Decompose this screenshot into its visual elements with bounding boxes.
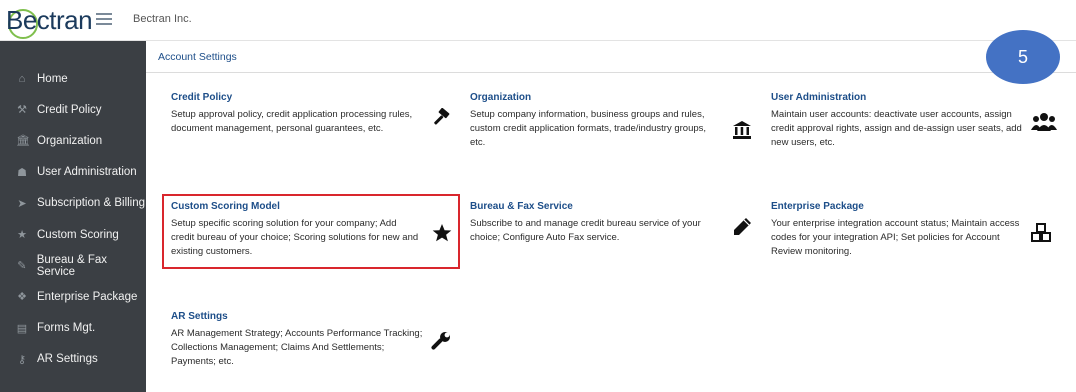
sidebar-item-label: Bureau & Fax Service [36,253,108,278]
card-description: Setup company information, business grou… [470,109,707,148]
pencil-icon: ✎ [17,260,27,273]
card-description: AR Management Strategy; Accounts Perform… [171,328,423,367]
bank-icon: 🏛 [16,135,30,148]
star-icon: ★ [17,229,27,242]
logo-text: Bectran [6,5,93,35]
card-title[interactable]: Bureau & Fax Service [470,201,755,212]
sidebar-nav: ⌂ Home ⚒ Credit Policy 🏛 Organization ☗ User Ad… [0,63,146,375]
sidebar-item-label: Credit Policy [37,103,102,116]
sidebar-item-custom-scoring[interactable]: ★ Custom Scoring [0,219,146,250]
card-custom-scoring-model[interactable]: Custom Scoring Model Setup specific scor… [171,201,456,259]
sidebar-item-credit-policy[interactable]: ⚒ Credit Policy [0,94,146,125]
sidebar-item-label: Forms Mgt. [37,322,96,335]
sidebar-item-home[interactable]: ⌂ Home [0,63,146,94]
sidebar: ⌂ Home ⚒ Credit Policy 🏛 Organization ☗ User Ad… [0,41,146,392]
card-description: Setup specific scoring solution for your… [171,218,419,257]
sidebar-item-user-administration[interactable]: ☗ User Administration [0,157,146,188]
card-description: Maintain user accounts: deactivate user … [771,109,1022,148]
hamburger-menu-icon[interactable] [96,13,112,25]
sidebar-item-label: Home [37,72,68,85]
card-title[interactable]: Enterprise Package [771,201,1061,212]
sidebar-item-label: User Administration [37,166,137,179]
sidebar-item-forms-mgt[interactable]: ▤ Forms Mgt. [0,313,146,344]
card-title[interactable]: Organization [470,92,755,103]
cubes-icon [1031,223,1051,242]
sidebar-item-ar-settings[interactable]: ⚷ AR Settings [0,344,146,375]
breadcrumb-account-settings[interactable]: Account Settings [158,51,237,63]
card-enterprise-package[interactable]: Enterprise Package Your enterprise integ… [771,201,1061,259]
gavel-icon [434,108,450,125]
top-bar: Bectran Bectran Inc. [0,0,1076,41]
users-icon [1031,113,1057,131]
card-user-administration[interactable]: User Administration Maintain user accoun… [771,92,1061,150]
wrench-icon [431,332,450,350]
sidebar-item-label: Subscription & Billing [37,197,146,210]
form-icon: ▤ [16,322,28,335]
sidebar-item-label: Custom Scoring [37,228,119,241]
wrench-icon: ⚷ [17,353,27,366]
sidebar-item-enterprise-package[interactable]: ❖ Enterprise Package [0,281,146,312]
card-title[interactable]: Credit Policy [171,92,451,103]
company-name: Bectran Inc. [133,13,192,25]
card-bureau-fax-service[interactable]: Bureau & Fax Service Subscribe to and ma… [470,201,755,245]
card-organization[interactable]: Organization Setup company information, … [470,92,755,150]
sidebar-item-label: Enterprise Package [37,290,138,303]
cubes-icon: ❖ [17,291,27,304]
card-title[interactable]: User Administration [771,92,1061,103]
sidebar-item-subscription-billing[interactable]: ➤ Subscription & Billing [0,188,146,219]
step-number-badge: 5 [986,30,1060,84]
users-icon: ☗ [17,166,27,179]
sidebar-item-label: AR Settings [37,353,98,366]
pencil-icon [734,218,751,235]
card-ar-settings[interactable]: AR Settings AR Management Strategy; Acco… [171,311,461,369]
breadcrumb: Account Settings [146,41,1076,73]
gavel-icon: ⚒ [17,104,27,117]
sidebar-item-label: Organization [37,134,103,147]
sidebar-item-bureau-fax-service[interactable]: ✎ Bureau & Fax Service [0,250,146,281]
bank-icon [733,121,751,139]
card-credit-policy[interactable]: Credit Policy Setup approval policy, cre… [171,92,451,136]
card-title[interactable]: Custom Scoring Model [171,201,456,212]
star-icon [432,224,452,242]
sidebar-item-organization[interactable]: 🏛 Organization [0,125,146,156]
card-description: Subscribe to and manage credit bureau se… [470,218,701,243]
card-description: Setup approval policy, credit applicatio… [171,109,413,134]
bectran-logo[interactable]: Bectran [6,5,93,39]
send-icon: ➤ [17,197,27,210]
card-description: Your enterprise integration account stat… [771,218,1020,257]
card-title[interactable]: AR Settings [171,311,461,322]
home-icon: ⌂ [18,72,26,85]
